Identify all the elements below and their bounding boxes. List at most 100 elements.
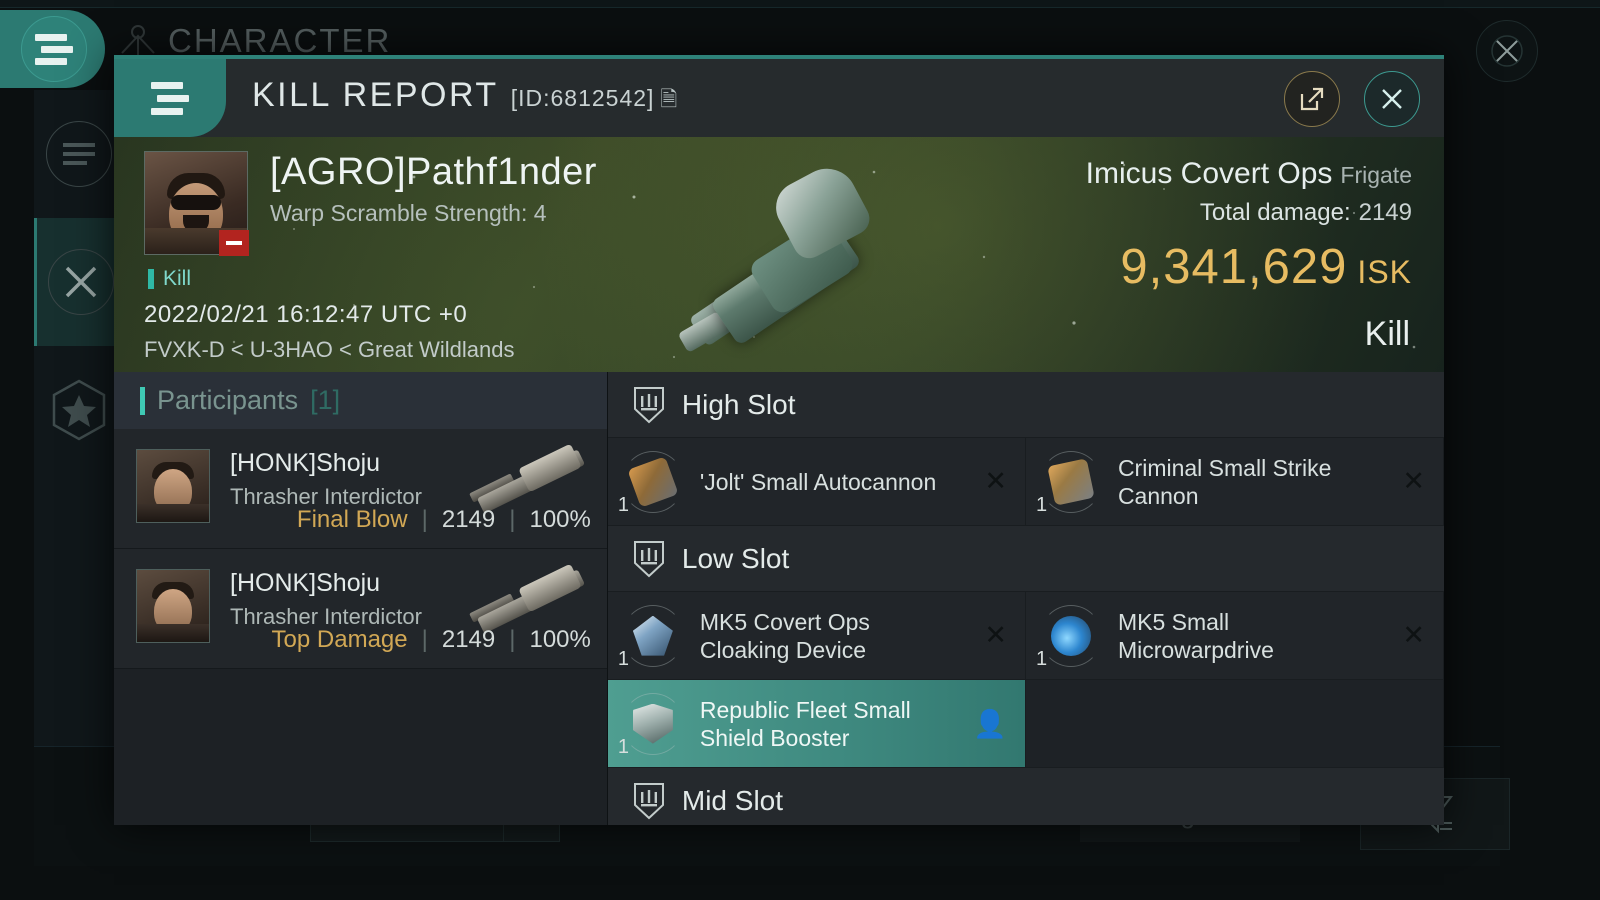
participant-percent: 100% [529,506,591,534]
fitting-panel: High Slot 1 'Jolt' Small Autocannon ✕ 1 … [607,372,1444,825]
item-quantity: 1 [1035,647,1048,670]
total-damage: Total damage: 2149 [1086,199,1412,227]
modal-menu-button[interactable] [114,59,226,138]
participant-damage: 2149 [441,626,496,654]
shield-booster-icon: 1 [618,692,684,758]
participants-panel: Participants [1] [HONK]Shoju Thrasher In… [114,372,608,825]
background-menu-button[interactable] [0,10,105,88]
list-icon [46,121,112,187]
person-icon[interactable]: 👤 [965,708,1007,740]
shield-turret-icon [633,386,664,423]
crossed-swords-icon [47,249,114,315]
modal-close-button[interactable] [1364,71,1420,128]
item-name: 'Jolt' Small Autocannon [699,468,937,495]
ship-class: Frigate [1340,162,1412,189]
slot-group-title: Low Slot [681,542,790,574]
victim-name: [AGRO]Pathf1nder [270,151,597,194]
microwarpdrive-icon: 1 [1036,604,1102,670]
participant-ship-render [465,559,593,634]
victim-avatar[interactable] [144,151,249,257]
kill-location: FVXK-D < U-3HAO < Great Wildlands [144,337,515,363]
close-icon [1491,35,1523,67]
fitting-item-selected[interactable]: 1 Republic Fleet Small Shield Booster 👤 [607,680,1026,769]
item-remove-icon[interactable]: ✕ [1394,466,1425,497]
autocannon-icon: 1 [618,450,684,516]
kill-timestamp: 2022/02/21 16:12:47 UTC +0 [144,301,468,329]
event-tag: Kill [148,267,191,291]
stat-separator: | [509,626,516,654]
modal-header-actions [1284,71,1420,128]
item-name: MK5 Small Microwarpdrive [1117,608,1274,663]
slot-group-header-high: High Slot [607,372,1444,439]
kill-summary: Imicus Covert Ops Frigate Total damage: 21… [1086,157,1412,295]
sidebar-item-combat[interactable] [34,218,124,346]
cloaking-device-icon: 1 [618,604,684,670]
sidebar-item-list[interactable] [34,90,124,218]
item-name: Criminal Small Strike Cannon [1117,454,1332,509]
item-quantity: 1 [617,735,629,758]
slot-group-title: High Slot [681,388,796,420]
participant-row[interactable]: [HONK]Shoju Thrasher Interdictor Top Dam… [114,549,607,670]
modal-report-id: [ID:6812542] [510,85,655,112]
slot-group-header-mid: Mid Slot [607,768,1444,825]
participants-header-label: Participants [157,385,299,416]
participant-tag: Top Damage [271,626,408,654]
ship-title: Imicus Covert Ops Frigate [1086,157,1412,191]
security-status-badge [219,230,249,257]
external-link-icon [1300,88,1324,111]
slot-group-title: Mid Slot [681,784,784,816]
modal-header: KILL REPORT [ID:6812542] 🗎 [114,59,1444,138]
item-remove-icon[interactable]: ✕ [1394,620,1425,651]
participant-ship-render [465,439,593,514]
slot-group-items-low-2: 1 Republic Fleet Small Shield Booster 👤 [607,680,1444,769]
victim-subtitle: Warp Scramble Strength: 4 [270,199,547,226]
item-remove-icon[interactable]: ✕ [976,466,1007,497]
fitting-item[interactable]: 1 MK5 Covert Ops Cloaking Device ✕ [607,592,1026,681]
sidebar-item-rewards[interactable] [34,346,124,474]
modal-title: KILL REPORT [ID:6812542] 🗎 [252,76,680,120]
isk-value: 9,341,629 [1120,240,1348,295]
character-icon [121,25,155,55]
background-top-strip [0,0,1600,8]
victim-block: [AGRO]Pathf1nder Warp Scramble Strength:… [144,151,597,257]
destroyed-ship-render [674,145,894,370]
participant-row[interactable]: [HONK]Shoju Thrasher Interdictor Final B… [114,429,607,550]
kill-result-label: Kill [1364,315,1410,354]
fitting-item[interactable]: 1 Criminal Small Strike Cannon ✕ [1025,438,1444,527]
participant-damage: 2149 [441,506,496,534]
hamburger-icon [21,16,87,82]
background-sidebar [34,90,124,810]
participants-header-marker [140,386,145,415]
participant-avatar[interactable] [136,569,210,644]
total-damage-value: 2149 [1358,199,1412,227]
isk-unit: ISK [1357,254,1412,291]
background-close-button[interactable] [1476,20,1538,82]
participants-empty-space [114,669,607,825]
stat-separator: | [509,506,516,534]
isk-value-block: 9,341,629 ISK [1086,239,1412,295]
modal-title-text: KILL REPORT [252,76,499,115]
victim-text-block: [AGRO]Pathf1nder Warp Scramble Strength:… [270,151,597,255]
shield-turret-icon [633,540,664,577]
item-remove-icon[interactable]: ✕ [976,620,1007,651]
share-button[interactable] [1284,71,1340,128]
close-icon [1382,89,1402,109]
kill-report-modal: KILL REPORT [ID:6812542] 🗎 [AGRO]Pathf1n… [114,55,1444,825]
participants-header-count: [1] [310,385,341,416]
stat-separator: | [421,506,428,534]
participant-tag: Final Blow [296,506,408,534]
copy-icon[interactable]: 🗎 [660,85,679,120]
fitting-item[interactable]: 1 MK5 Small Microwarpdrive ✕ [1025,592,1444,681]
participant-avatar[interactable] [136,449,210,524]
ship-name: Imicus Covert Ops [1085,157,1333,191]
stat-separator: | [421,626,428,654]
total-damage-label: Total damage: [1199,199,1351,227]
fitting-item[interactable]: 1 'Jolt' Small Autocannon ✕ [607,438,1026,527]
item-quantity: 1 [617,493,629,516]
strike-cannon-icon: 1 [1036,450,1102,516]
item-quantity: 1 [617,647,629,670]
item-quantity: 1 [1035,493,1048,516]
event-tag-marker [148,269,154,290]
shield-turret-icon [633,782,664,819]
participant-stats: Top Damage | 2149 | 100% [272,626,591,654]
